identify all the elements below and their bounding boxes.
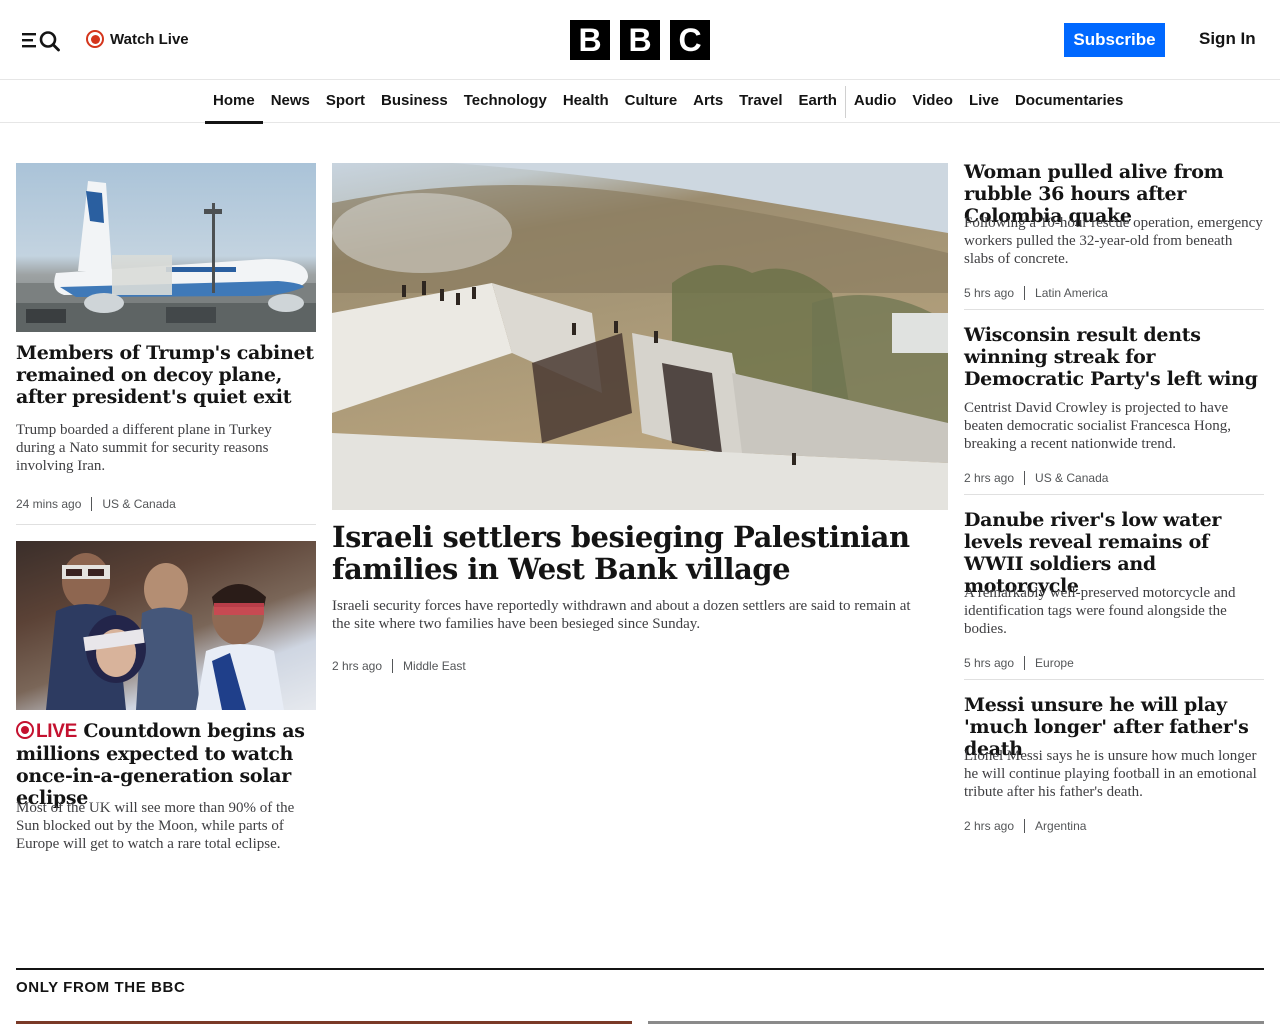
subscribe-button[interactable]: Subscribe [1064, 23, 1165, 57]
right-story-summary: Lionel Messi says he is unsure how much … [964, 748, 1257, 800]
bbc-logo[interactable]: B B C [570, 20, 710, 60]
nav-item-sport[interactable]: Sport [318, 81, 373, 123]
section-rule [16, 968, 1264, 970]
sign-in-link[interactable]: Sign In [1199, 29, 1256, 49]
story-headline[interactable]: Members of Trump's cabinet remained on d… [16, 342, 314, 408]
west-bank-illustration [332, 163, 948, 510]
eclipse-viewers-image[interactable] [16, 541, 316, 710]
eclipse-illustration [46, 553, 284, 710]
top-header: Watch Live B B C Subscribe Sign In [0, 0, 1280, 80]
main-story-time: 2 hrs ago [332, 659, 383, 673]
logo-letter-c: C [670, 20, 710, 60]
right-story-meta: 2 hrs ago Argentina [964, 818, 1086, 834]
nav-item-documentaries[interactable]: Documentaries [1007, 81, 1131, 123]
right-story-headline[interactable]: Wisconsin result dents winning streak fo… [964, 324, 1264, 390]
right-story-category[interactable]: US & Canada [1024, 471, 1108, 485]
nav-item-home[interactable]: Home [205, 81, 263, 124]
nav-item-earth[interactable]: Earth [791, 81, 845, 123]
story-meta: 24 mins ago US & Canada [16, 496, 176, 512]
right-story-summary: Following a 10-hour rescue operation, em… [964, 215, 1263, 267]
live-badge: LIVE [16, 721, 77, 742]
live-story-summary: Most of the UK will see more than 90% of… [16, 800, 295, 852]
section-title: ONLY FROM THE BBC [16, 979, 186, 996]
right-story-summary: A remarkably well-preserved motorcycle a… [964, 585, 1236, 637]
plane-illustration [16, 181, 316, 332]
story-divider [16, 524, 316, 525]
nav-item-video[interactable]: Video [904, 81, 961, 123]
nav-item-technology[interactable]: Technology [456, 81, 555, 123]
right-story-meta: 2 hrs ago US & Canada [964, 470, 1108, 486]
right-story-time: 2 hrs ago [964, 819, 1015, 833]
logo-letter-b2: B [620, 20, 660, 60]
nav-item-live[interactable]: Live [961, 81, 1007, 123]
nav-item-travel[interactable]: Travel [731, 81, 790, 123]
right-story-category[interactable]: Europe [1024, 656, 1074, 670]
nav-item-news[interactable]: News [263, 81, 318, 123]
right-story-category[interactable]: Latin America [1024, 286, 1108, 300]
story-summary: Trump boarded a different plane in Turke… [16, 422, 272, 474]
story-time: 24 mins ago [16, 497, 82, 511]
right-story-category[interactable]: Argentina [1024, 819, 1086, 833]
right-story-time: 2 hrs ago [964, 471, 1015, 485]
right-story-meta: 5 hrs ago Latin America [964, 285, 1108, 301]
main-story-summary: Israeli security forces have reportedly … [332, 598, 911, 632]
watch-live-label: Watch Live [110, 30, 189, 48]
watch-live-link[interactable]: Watch Live [86, 28, 189, 50]
menu-search-button[interactable] [20, 26, 64, 54]
west-bank-village-image[interactable] [332, 163, 948, 510]
nav-item-health[interactable]: Health [555, 81, 617, 123]
right-story-divider [964, 309, 1264, 310]
live-label: LIVE [36, 721, 78, 742]
right-story-meta: 5 hrs ago Europe [964, 655, 1074, 671]
live-dot-icon [86, 30, 104, 48]
right-story-time: 5 hrs ago [964, 286, 1015, 300]
nav-item-arts[interactable]: Arts [685, 81, 731, 123]
live-story-headline[interactable]: LIVE Countdown begins as millions expect… [16, 720, 314, 809]
right-story-summary: Centrist David Crowley is projected to h… [964, 400, 1231, 452]
plane-image[interactable] [16, 163, 316, 332]
right-story-divider [964, 494, 1264, 495]
right-story-divider [964, 679, 1264, 680]
main-story-category[interactable]: Middle East [392, 659, 466, 673]
main-story-headline[interactable]: Israeli settlers besieging Palestinian f… [332, 521, 932, 585]
main-nav: Home News Sport Business Technology Heal… [0, 81, 1280, 124]
logo-letter-b1: B [570, 20, 610, 60]
menu-search-icon [22, 31, 60, 52]
story-category[interactable]: US & Canada [91, 497, 176, 511]
live-icon [16, 721, 34, 739]
nav-item-culture[interactable]: Culture [617, 81, 686, 123]
right-story-time: 5 hrs ago [964, 656, 1015, 670]
nav-list: Home News Sport Business Technology Heal… [205, 81, 1131, 124]
main-story-meta: 2 hrs ago Middle East [332, 658, 466, 674]
nav-item-audio[interactable]: Audio [846, 81, 905, 123]
nav-item-business[interactable]: Business [373, 81, 456, 123]
